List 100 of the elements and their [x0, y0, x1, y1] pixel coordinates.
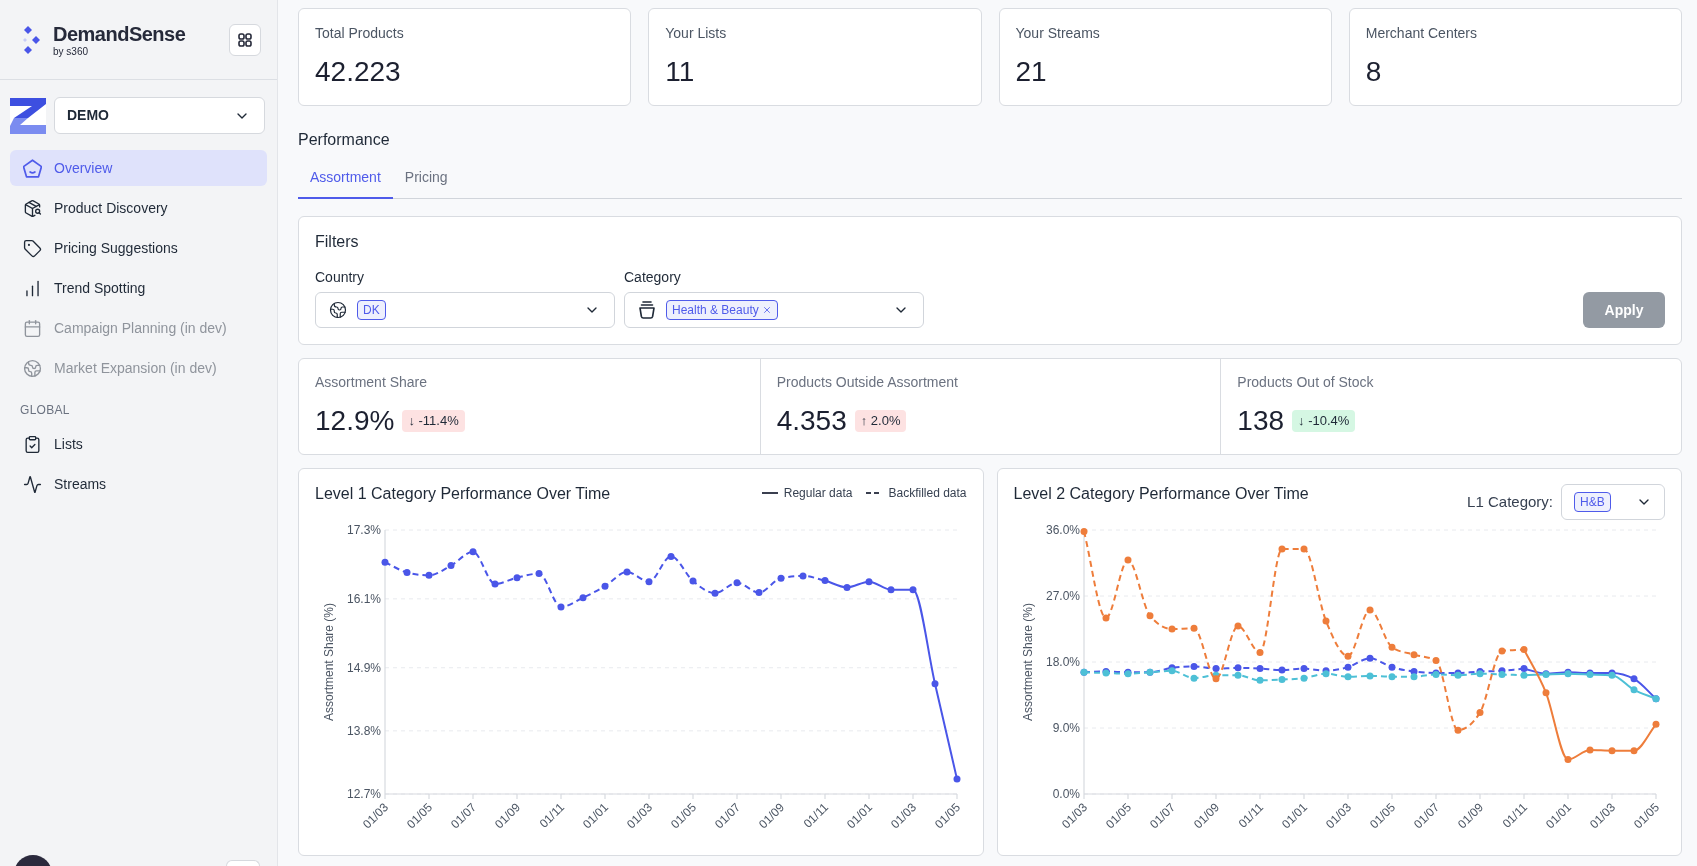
field-label: Category	[624, 268, 682, 287]
data-point	[865, 578, 873, 586]
point	[1080, 527, 1087, 535]
data-point	[623, 568, 631, 576]
apps-button[interactable]	[229, 23, 261, 56]
change-badge: ↑ 2.0%	[854, 410, 907, 432]
y-tick-label: 27.0%	[1045, 589, 1080, 603]
nav-item[interactable]: Overview	[10, 150, 267, 186]
point	[1498, 647, 1505, 655]
point	[1630, 675, 1637, 683]
clipboard-check-icon	[23, 434, 42, 454]
point	[1278, 545, 1285, 553]
point	[1190, 624, 1197, 632]
point	[1278, 676, 1285, 684]
point	[1278, 666, 1285, 674]
point	[1652, 720, 1659, 728]
point	[1630, 686, 1637, 694]
remove-icon[interactable]	[761, 305, 772, 315]
filters-title: Filters	[315, 232, 360, 252]
data-point	[711, 589, 719, 597]
metric-label: Assortment Share	[315, 373, 429, 392]
point	[1234, 622, 1241, 630]
tab[interactable]: Pricing	[392, 158, 460, 199]
point	[1476, 709, 1483, 717]
y-tick-label: 12.7%	[346, 787, 381, 801]
data-point	[535, 570, 543, 578]
point	[1322, 617, 1329, 625]
point	[1388, 663, 1395, 671]
data-point	[909, 586, 917, 594]
data-point	[447, 562, 455, 570]
y-tick-label: 36.0%	[1045, 523, 1080, 537]
data-point	[579, 594, 587, 602]
data-point	[469, 548, 477, 556]
stat-value: 8	[1365, 55, 1383, 89]
tag-icon	[23, 238, 42, 258]
data-point	[843, 583, 851, 591]
pulse-icon	[23, 474, 42, 494]
point	[1564, 756, 1571, 764]
point	[1300, 674, 1307, 682]
stat-value: 42.223	[315, 55, 402, 89]
category-select[interactable]: H&B	[1561, 484, 1665, 520]
brand-name: DemandSense	[53, 21, 186, 46]
calendar-icon	[23, 318, 42, 338]
workspace-logo-icon	[10, 97, 46, 134]
bar-chart-icon	[23, 278, 42, 298]
tab[interactable]: Assortment	[298, 158, 393, 199]
package-search-icon	[23, 198, 42, 218]
y-tick-label: 17.3%	[346, 523, 381, 537]
field-label: Country	[315, 268, 366, 287]
data-point	[821, 577, 829, 584]
point	[1344, 652, 1351, 660]
metric-value: 138	[1237, 404, 1285, 438]
data-point	[645, 578, 653, 586]
y-axis-title: Assortment Share (%)	[1020, 603, 1035, 721]
data-point	[887, 586, 895, 594]
point	[1344, 673, 1351, 681]
data-point	[557, 603, 565, 611]
stat-value: 11	[665, 55, 696, 89]
y-axis-title: Assortment Share (%)	[322, 603, 336, 721]
nav-item[interactable]: Trend Spotting	[10, 270, 267, 306]
point	[1256, 665, 1263, 673]
point	[1256, 676, 1263, 684]
data-point	[733, 579, 741, 587]
filter-select[interactable]: Health & Beauty	[624, 292, 924, 328]
point	[1300, 665, 1307, 673]
data-point	[491, 580, 499, 588]
point	[1388, 643, 1395, 651]
nav-item[interactable]: Product Discovery	[10, 190, 267, 226]
chart-title: Level 1 Category Performance Over Time	[315, 484, 611, 504]
data-point	[953, 775, 961, 783]
y-tick-label: 0.0%	[1052, 787, 1080, 801]
nav-item[interactable]: Pricing Suggestions	[10, 230, 267, 266]
point	[1388, 673, 1395, 681]
stat-label: Your Streams	[1015, 24, 1101, 43]
workspace-select[interactable]: DEMO	[54, 97, 265, 134]
point	[1256, 648, 1263, 656]
data-point	[799, 572, 807, 580]
nav-item[interactable]: Lists	[10, 426, 267, 462]
nav-item[interactable]: Streams	[10, 466, 267, 502]
data-point	[931, 680, 939, 688]
point	[1168, 625, 1175, 633]
point	[1586, 746, 1593, 754]
data-point	[425, 571, 433, 579]
point	[1234, 671, 1241, 679]
y-tick-label: 18.0%	[1045, 655, 1080, 669]
avatar-icon	[14, 855, 52, 866]
point	[1102, 614, 1109, 622]
filter-select[interactable]: DK	[315, 292, 615, 328]
data-point	[755, 589, 763, 597]
point	[1234, 664, 1241, 672]
y-tick-label: 16.1%	[346, 591, 381, 606]
grid-icon	[238, 32, 252, 47]
home-icon	[23, 158, 42, 178]
data-point	[403, 568, 411, 576]
data-point	[689, 577, 697, 585]
point	[1212, 675, 1219, 683]
jar-icon	[638, 301, 656, 319]
change-badge: ↓ -10.4%	[1292, 410, 1356, 432]
point	[1190, 662, 1197, 670]
data-point	[381, 558, 389, 566]
